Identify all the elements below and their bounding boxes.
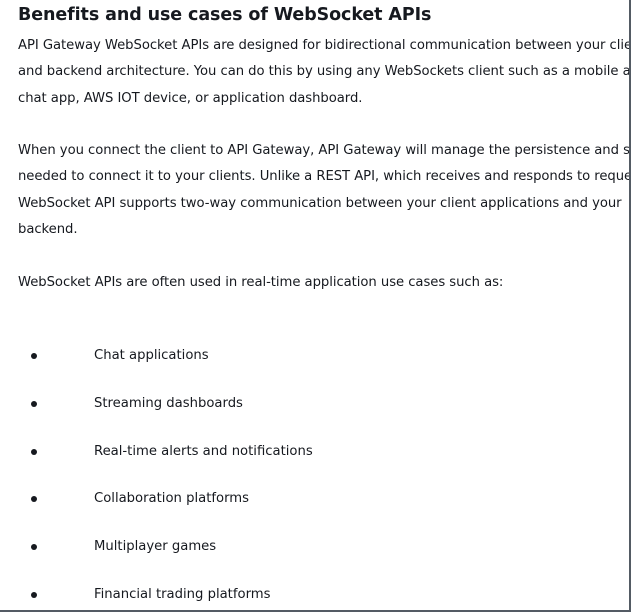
section-heading: Benefits and use cases of WebSocket APIs (18, 5, 432, 25)
paragraph-line: and backend architecture. You can do thi… (18, 64, 631, 80)
list-item-text: Real-time alerts and notifications (94, 444, 313, 459)
bullet-icon (31, 353, 37, 359)
paragraph-line: When you connect the client to API Gatew… (18, 143, 631, 158)
list-item: Collaboration platforms (0, 487, 600, 513)
list-item-text: Multiplayer games (94, 539, 217, 554)
content-panel: Benefits and use cases of WebSocket APIs… (0, 0, 631, 612)
list-item: Multiplayer games (0, 535, 600, 561)
paragraph-line: chat app, AWS IOT device, or application… (18, 90, 363, 106)
paragraph-line: WebSocket API supports two-way communica… (18, 195, 622, 211)
list-item: Real-time alerts and notifications (0, 440, 600, 466)
paragraph-line: WebSocket APIs are often used in real-ti… (18, 275, 504, 290)
list-item: Streaming dashboards (0, 392, 600, 418)
connection-paragraph: When you connect the client to API Gatew… (18, 138, 631, 243)
use-cases-intro: WebSocket APIs are often used in real-ti… (18, 270, 626, 296)
intro-paragraph: API Gateway WebSocket APIs are designed … (18, 33, 631, 112)
paragraph-line: needed to connect it to your clients. Un… (18, 169, 631, 185)
bullet-icon (31, 544, 37, 550)
list-item: Chat applications (0, 344, 600, 370)
bullet-icon (31, 401, 37, 407)
bullet-icon (31, 592, 37, 598)
bullet-icon (31, 496, 37, 502)
bullet-icon (31, 449, 37, 455)
list-item-text: Collaboration platforms (94, 491, 249, 506)
list-item: Financial trading platforms (0, 583, 600, 609)
list-item-text: Streaming dashboards (94, 396, 243, 411)
paragraph-line: API Gateway WebSocket APIs are designed … (18, 38, 631, 53)
list-item-text: Financial trading platforms (94, 587, 271, 602)
list-item-text: Chat applications (94, 348, 209, 363)
paragraph-line: backend. (18, 221, 78, 237)
